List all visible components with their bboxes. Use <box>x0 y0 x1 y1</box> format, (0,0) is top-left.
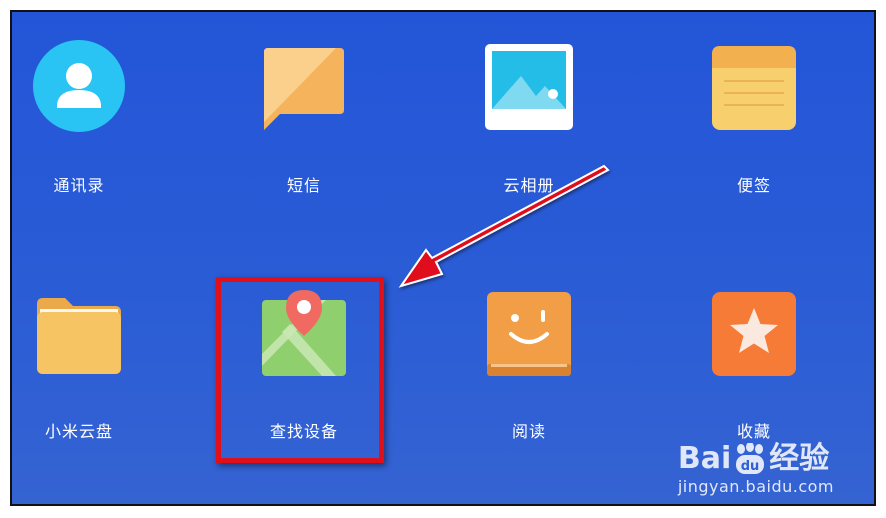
app-grid-panel: 通讯录 短信 云相册 便签 小米云盘 查找设备 阅读 收藏 Bai du 经验 … <box>10 10 876 506</box>
paw-icon: du <box>733 443 767 475</box>
watermark-url: jingyan.baidu.com <box>677 477 834 496</box>
watermark-paw-text: du <box>741 459 760 474</box>
baidu-jingyan-watermark: Bai du 经验 jingyan.baidu.com <box>677 443 834 497</box>
pointer-arrow-icon <box>398 164 610 288</box>
watermark-brand-right: 经验 <box>769 441 830 476</box>
watermark-logo: Bai du 经验 <box>678 443 834 475</box>
watermark-brand-left: Bai <box>677 441 732 476</box>
